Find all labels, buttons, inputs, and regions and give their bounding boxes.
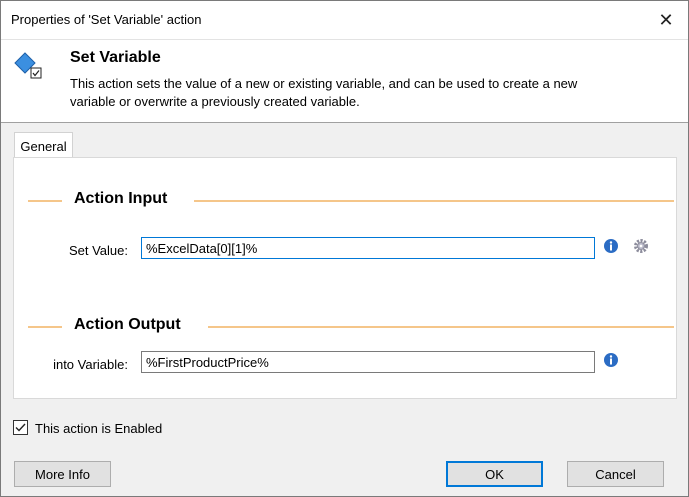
enabled-checkbox[interactable] xyxy=(13,420,28,435)
action-description: This action sets the value of a new or e… xyxy=(70,76,578,109)
ok-button[interactable]: OK xyxy=(446,461,543,487)
gear-icon[interactable] xyxy=(633,238,649,254)
section-divider xyxy=(28,200,62,202)
set-value-label: Set Value: xyxy=(68,243,128,258)
set-value-input[interactable]: %ExcelData[0][1]% xyxy=(141,237,595,259)
section-divider xyxy=(208,326,674,328)
action-header: Set Variable This action sets the value … xyxy=(1,39,688,123)
action-output-section: Action Output xyxy=(28,316,674,336)
properties-dialog: Properties of 'Set Variable' action ✕ Se… xyxy=(0,0,689,497)
window-title: Properties of 'Set Variable' action xyxy=(11,12,202,27)
section-divider xyxy=(194,200,674,202)
into-variable-label: into Variable: xyxy=(53,357,128,372)
action-input-section: Action Input xyxy=(28,190,674,210)
section-label: Action Input xyxy=(74,190,168,207)
general-panel: Action Input Set Value: %ExcelData[0][1]… xyxy=(13,157,677,399)
info-icon[interactable] xyxy=(603,352,619,368)
cancel-button[interactable]: Cancel xyxy=(567,461,664,487)
info-icon[interactable] xyxy=(603,238,619,254)
enabled-label[interactable]: This action is Enabled xyxy=(35,421,162,436)
into-variable-input[interactable]: %FirstProductPrice% xyxy=(141,351,595,373)
more-info-button[interactable]: More Info xyxy=(14,461,111,487)
section-divider xyxy=(28,326,62,328)
action-title: Set Variable xyxy=(70,49,161,66)
tab-general[interactable]: General xyxy=(14,132,73,159)
section-label: Action Output xyxy=(74,316,181,333)
close-icon[interactable]: ✕ xyxy=(648,5,684,35)
title-bar: Properties of 'Set Variable' action ✕ xyxy=(1,1,688,39)
set-variable-icon xyxy=(13,52,43,82)
